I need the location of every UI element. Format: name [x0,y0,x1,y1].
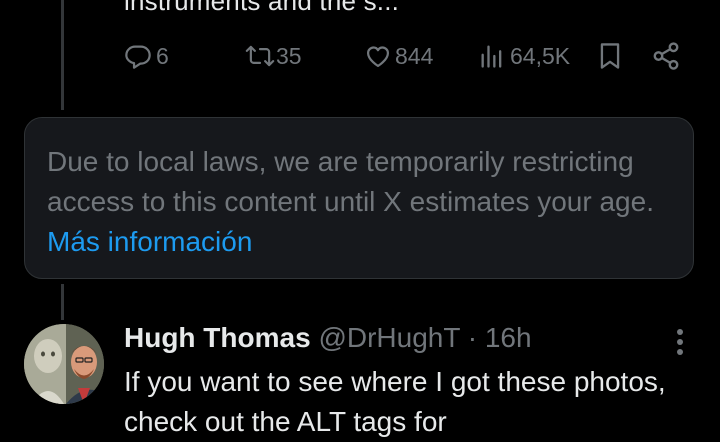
tweet-timestamp[interactable]: 16h [485,322,532,353]
reply-count: 6 [156,42,169,69]
author-handle[interactable]: @DrHughT [318,322,460,353]
reply-icon [124,42,152,70]
heart-icon [363,42,393,70]
repost-icon [244,42,276,70]
bookmark-icon [596,41,624,71]
tweet-text[interactable]: If you want to see where I got these pho… [124,362,684,442]
avatar[interactable] [24,324,104,404]
tweet-action-bar: 6 35 844 64,5K [0,36,720,76]
views-button[interactable]: 64,5K [478,36,570,76]
age-restriction-notice: Due to local laws, we are temporarily re… [24,117,694,279]
header-separator: · [467,322,478,353]
repost-button[interactable]: 35 [244,36,302,76]
share-button[interactable] [651,36,681,76]
more-options-icon[interactable] [668,326,692,358]
thread-line [61,284,64,320]
reply-button[interactable]: 6 [124,36,169,76]
views-chart-icon [478,42,506,70]
repost-count: 35 [276,42,302,69]
like-count: 844 [395,42,434,69]
share-icon [651,41,681,71]
previous-tweet-text[interactable]: instruments and the s... [124,0,399,17]
tweet-header: Hugh Thomas @DrHughT · 16h [124,322,532,354]
like-button[interactable]: 844 [363,36,433,76]
notice-text: Due to local laws, we are temporarily re… [47,142,667,262]
views-count: 64,5K [510,42,571,69]
bookmark-button[interactable] [596,36,624,76]
author-name[interactable]: Hugh Thomas [124,322,311,353]
notice-message: Due to local laws, we are temporarily re… [47,146,654,217]
more-info-link[interactable]: Más información [47,226,252,257]
